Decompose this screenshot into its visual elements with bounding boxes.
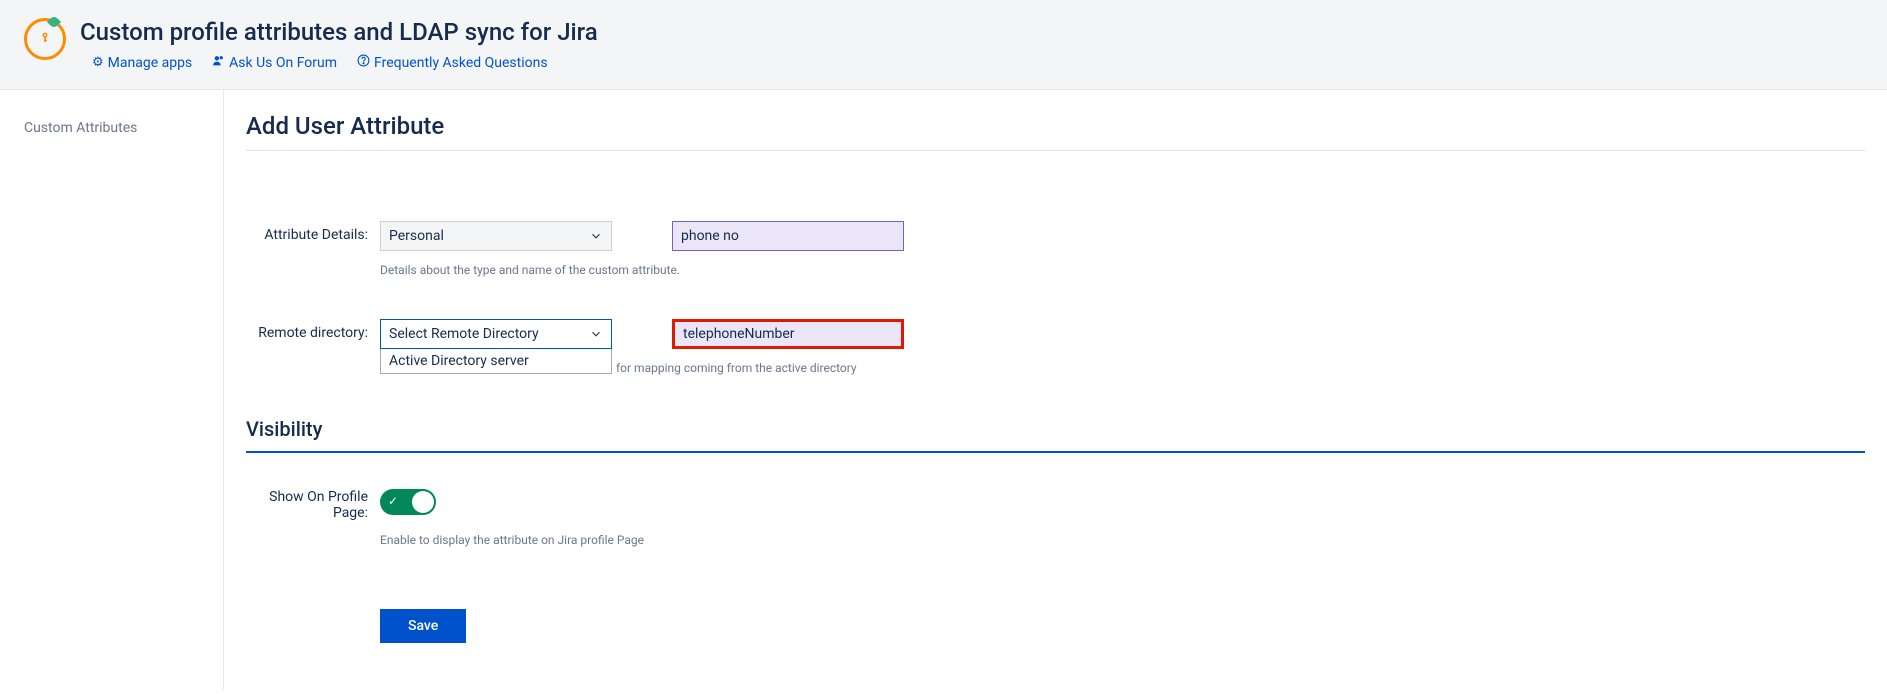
app-title: Custom profile attributes and LDAP sync … [80,18,598,46]
header-links: ⚙ Manage apps Ask Us On Forum Frequently… [80,54,598,71]
toggle-knob [412,491,434,513]
users-icon [212,54,225,71]
attribute-name-input[interactable] [672,221,904,251]
attribute-details-help: Details about the type and name of the c… [380,263,904,277]
sidebar-item-custom-attributes[interactable]: Custom Attributes [24,120,199,136]
show-profile-row: Show On Profile Page: ✓ Enable to displa… [246,489,1865,547]
question-icon [357,54,370,71]
remote-directory-select[interactable]: Select Remote Directory [380,319,612,349]
directory-option-active-directory[interactable]: Active Directory server [381,349,611,373]
attribute-details-row: Attribute Details: Personal Details abou… [246,221,1865,277]
page-title: Add User Attribute [246,112,1865,151]
leaf-icon [47,15,61,29]
app-header: Custom profile attributes and LDAP sync … [0,0,1887,90]
mapping-attribute-input[interactable] [672,319,904,349]
show-profile-help: Enable to display the attribute on Jira … [380,533,644,547]
directory-dropdown-options: Active Directory server [380,349,612,374]
main-content: Add User Attribute Attribute Details: Pe… [224,90,1887,690]
link-label: Manage apps [108,55,193,71]
save-button[interactable]: Save [380,609,466,643]
gear-icon: ⚙ [92,55,104,70]
attribute-type-select[interactable]: Personal [380,221,612,251]
key-icon [38,30,52,49]
show-profile-label: Show On Profile Page: [246,489,380,521]
sidebar: Custom Attributes [0,90,224,690]
show-profile-toggle[interactable]: ✓ [380,489,436,515]
check-icon: ✓ [388,494,398,508]
ask-forum-link[interactable]: Ask Us On Forum [212,54,337,71]
remote-directory-label: Remote directory: [246,319,380,341]
remote-directory-row: Remote directory: Select Remote Director… [246,319,1865,375]
manage-apps-link[interactable]: ⚙ Manage apps [92,54,192,71]
faq-link[interactable]: Frequently Asked Questions [357,54,548,71]
app-logo [24,18,66,60]
attribute-details-label: Attribute Details: [246,221,380,243]
link-label: Ask Us On Forum [229,55,337,71]
link-label: Frequently Asked Questions [374,55,548,71]
remote-directory-help: for mapping coming from the active direc… [616,361,904,375]
visibility-section-title: Visibility [246,417,1865,453]
